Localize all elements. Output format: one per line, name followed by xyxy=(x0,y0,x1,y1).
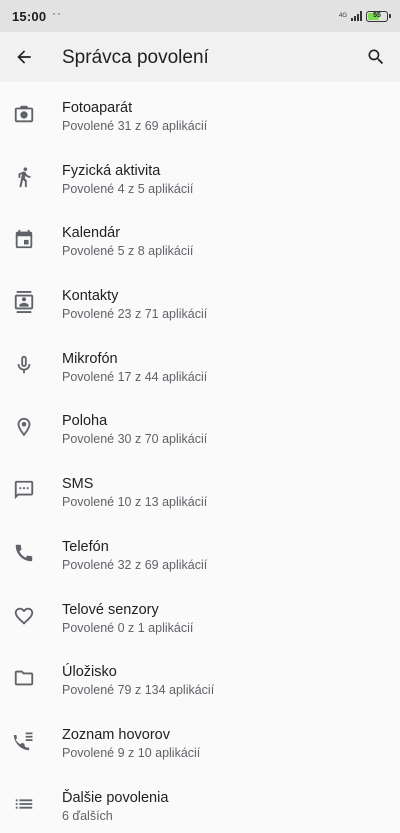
camera-icon xyxy=(12,102,36,126)
permission-subtitle: Povolené 30 z 70 aplikácií xyxy=(62,432,208,447)
permission-title: Zoznam hovorov xyxy=(62,726,170,743)
heart-icon xyxy=(12,604,36,628)
status-bar: 15:00 ·· 4G 55 xyxy=(0,0,400,32)
app-bar: Správca povolení xyxy=(0,32,400,82)
calendar-icon xyxy=(12,227,36,251)
sms-icon xyxy=(12,478,36,502)
call-log-icon xyxy=(12,729,36,753)
permission-subtitle: Povolené 23 z 71 aplikácií xyxy=(62,307,208,322)
permission-subtitle: Povolené 10 z 13 aplikácií xyxy=(62,495,208,510)
phone-icon xyxy=(12,541,36,565)
permission-subtitle: Povolené 4 z 5 aplikácií xyxy=(62,181,194,196)
battery-icon: 55 xyxy=(366,10,391,22)
permission-title: Poloha xyxy=(62,413,108,430)
battery-level: 55 xyxy=(373,12,381,19)
status-indicators: 4G 55 xyxy=(339,8,391,24)
permission-item-sms[interactable]: SMS Povolené 10 z 13 aplikácií xyxy=(0,458,400,521)
status-time: 15:00 xyxy=(12,9,47,24)
permission-subtitle: Povolené 9 z 10 aplikácií xyxy=(62,745,201,760)
permission-title: Kontakty xyxy=(62,288,119,305)
permission-subtitle: 6 ďalších xyxy=(62,808,113,823)
permission-item-contacts[interactable]: Kontakty Povolené 23 z 71 aplikácií xyxy=(0,270,400,333)
permission-title: Fyzická aktivita xyxy=(62,162,161,179)
permission-item-phone[interactable]: Telefón Povolené 32 z 69 aplikácií xyxy=(0,521,400,584)
permission-title: Telové senzory xyxy=(62,601,159,618)
permission-item-more[interactable]: Ďalšie povolenia 6 ďalších xyxy=(0,772,400,833)
location-pin-icon xyxy=(12,415,36,439)
permission-subtitle: Povolené 31 z 69 aplikácií xyxy=(62,119,208,133)
permission-title: Úložisko xyxy=(62,664,117,681)
network-type-label: 4G xyxy=(339,13,348,19)
permission-subtitle: Povolené 32 z 69 aplikácií xyxy=(62,557,208,572)
permission-item-camera[interactable]: Fotoaparát Povolené 31 z 69 aplikácií xyxy=(0,82,400,145)
search-button[interactable] xyxy=(362,43,390,71)
permission-subtitle: Povolené 79 z 134 aplikácií xyxy=(62,683,215,698)
signal-icon xyxy=(351,11,362,21)
permission-item-storage[interactable]: Úložisko Povolené 79 z 134 aplikácií xyxy=(0,646,400,709)
contacts-icon xyxy=(12,290,36,314)
page-title: Správca povolení xyxy=(62,47,209,68)
permission-item-physical-activity[interactable]: Fyzická aktivita Povolené 4 z 5 aplikáci… xyxy=(0,145,400,208)
permission-title: Mikrofón xyxy=(62,350,118,367)
permission-subtitle: Povolené 17 z 44 aplikácií xyxy=(62,369,208,384)
list-icon xyxy=(12,792,36,816)
permission-subtitle: Povolené 0 z 1 aplikácií xyxy=(62,620,194,635)
back-button[interactable] xyxy=(10,43,38,71)
permission-item-body-sensors[interactable]: Telové senzory Povolené 0 z 1 aplikácií xyxy=(0,584,400,647)
permission-title: SMS xyxy=(62,476,94,493)
permission-subtitle: Povolené 5 z 8 aplikácií xyxy=(62,244,194,259)
folder-icon xyxy=(12,666,36,690)
permission-title: Kalendár xyxy=(62,225,121,242)
walking-person-icon xyxy=(12,165,36,189)
permission-item-call-log[interactable]: Zoznam hovorov Povolené 9 z 10 aplikácií xyxy=(0,709,400,772)
arrow-back-icon xyxy=(17,50,31,64)
permission-title: Fotoaparát xyxy=(62,100,133,116)
notification-dots: ·· xyxy=(52,6,62,20)
permission-item-calendar[interactable]: Kalendár Povolené 5 z 8 aplikácií xyxy=(0,207,400,270)
search-icon xyxy=(368,49,384,65)
microphone-icon xyxy=(12,353,36,377)
permission-title: Telefón xyxy=(62,538,109,555)
permission-item-location[interactable]: Poloha Povolené 30 z 70 aplikácií xyxy=(0,395,400,458)
permission-title: Ďalšie povolenia xyxy=(62,789,169,806)
permission-item-microphone[interactable]: Mikrofón Povolené 17 z 44 aplikácií xyxy=(0,333,400,396)
permission-list: Fotoaparát Povolené 31 z 69 aplikácií Fy… xyxy=(0,82,400,833)
